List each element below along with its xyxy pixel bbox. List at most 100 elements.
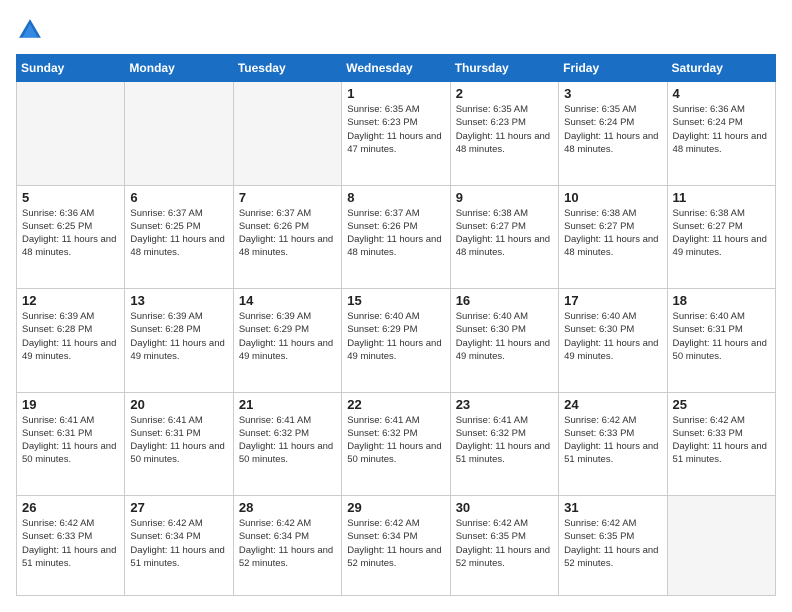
page: SundayMondayTuesdayWednesdayThursdayFrid…	[0, 0, 792, 612]
header	[16, 16, 776, 44]
day-info: Sunrise: 6:41 AM Sunset: 6:31 PM Dayligh…	[22, 414, 119, 467]
calendar-cell: 27Sunrise: 6:42 AM Sunset: 6:34 PM Dayli…	[125, 496, 233, 596]
calendar-week-row: 1Sunrise: 6:35 AM Sunset: 6:23 PM Daylig…	[17, 82, 776, 186]
calendar-cell: 17Sunrise: 6:40 AM Sunset: 6:30 PM Dayli…	[559, 289, 667, 393]
calendar-cell: 25 Sunrise: 6:42 AM Sunset: 6:33 PM Dayli…	[667, 392, 775, 496]
weekday-header-monday: Monday	[125, 55, 233, 82]
calendar-cell: 13 Sunrise: 6:39 AM Sunset: 6:28 PM Dayli…	[125, 289, 233, 393]
day-number: 20	[130, 397, 227, 412]
day-info: Sunrise: 6:37 AM Sunset: 6:25 PM Dayligh…	[130, 207, 227, 260]
calendar-cell: 3 Sunrise: 6:35 AM Sunset: 6:24 PM Daylig…	[559, 82, 667, 186]
day-info: Sunrise: 6:42 AM Sunset: 6:33 PM Dayligh…	[564, 414, 661, 467]
calendar-cell: 8 Sunrise: 6:37 AM Sunset: 6:26 PM Daylig…	[342, 185, 450, 289]
calendar-cell	[17, 82, 125, 186]
calendar-cell: 30 Sunrise: 6:42 AM Sunset: 6:35 PM Dayli…	[450, 496, 558, 596]
day-info: Sunrise: 6:36 AM Sunset: 6:25 PM Dayligh…	[22, 207, 119, 260]
calendar-cell: 29 Sunrise: 6:42 AM Sunset: 6:34 PM Dayli…	[342, 496, 450, 596]
day-number: 9	[456, 190, 553, 205]
day-number: 5	[22, 190, 119, 205]
calendar-cell: 12 Sunrise: 6:39 AM Sunset: 6:28 PM Dayli…	[17, 289, 125, 393]
day-info: Sunrise: 6:42 AM Sunset: 6:34 PM Dayligh…	[130, 517, 227, 570]
day-number: 29	[347, 500, 444, 515]
calendar-cell: 31 Sunrise: 6:42 AM Sunset: 6:35 PM Dayli…	[559, 496, 667, 596]
calendar-week-row: 26 Sunrise: 6:42 AM Sunset: 6:33 PM Dayli…	[17, 496, 776, 596]
calendar-cell: 4 Sunrise: 6:36 AM Sunset: 6:24 PM Daylig…	[667, 82, 775, 186]
day-info: Sunrise: 6:39 AM Sunset: 6:28 PM Dayligh…	[22, 310, 119, 363]
day-number: 8	[347, 190, 444, 205]
day-info: Sunrise: 6:42 AM Sunset: 6:33 PM Dayligh…	[673, 414, 770, 467]
calendar-cell: 16 Sunrise: 6:40 AM Sunset: 6:30 PM Dayli…	[450, 289, 558, 393]
calendar-cell	[233, 82, 341, 186]
calendar-cell: 7 Sunrise: 6:37 AM Sunset: 6:26 PM Daylig…	[233, 185, 341, 289]
day-info: Sunrise: 6:37 AM Sunset: 6:26 PM Dayligh…	[347, 207, 444, 260]
day-info: Sunrise: 6:42 AM Sunset: 6:35 PM Dayligh…	[456, 517, 553, 570]
logo-icon	[16, 16, 44, 44]
calendar-week-row: 19Sunrise: 6:41 AM Sunset: 6:31 PM Dayli…	[17, 392, 776, 496]
day-number: 6	[130, 190, 227, 205]
day-info: Sunrise: 6:38 AM Sunset: 6:27 PM Dayligh…	[564, 207, 661, 260]
calendar-cell: 6 Sunrise: 6:37 AM Sunset: 6:25 PM Daylig…	[125, 185, 233, 289]
day-number: 2	[456, 86, 553, 101]
day-info: Sunrise: 6:35 AM Sunset: 6:23 PM Dayligh…	[347, 103, 444, 156]
day-number: 13	[130, 293, 227, 308]
day-number: 21	[239, 397, 336, 412]
day-number: 12	[22, 293, 119, 308]
calendar-cell: 2Sunrise: 6:35 AM Sunset: 6:23 PM Daylig…	[450, 82, 558, 186]
calendar-cell: 24 Sunrise: 6:42 AM Sunset: 6:33 PM Dayli…	[559, 392, 667, 496]
weekday-header-saturday: Saturday	[667, 55, 775, 82]
day-number: 7	[239, 190, 336, 205]
calendar-cell: 26 Sunrise: 6:42 AM Sunset: 6:33 PM Dayli…	[17, 496, 125, 596]
calendar-cell: 20 Sunrise: 6:41 AM Sunset: 6:31 PM Dayli…	[125, 392, 233, 496]
day-info: Sunrise: 6:42 AM Sunset: 6:35 PM Dayligh…	[564, 517, 661, 570]
day-number: 16	[456, 293, 553, 308]
calendar-week-row: 5 Sunrise: 6:36 AM Sunset: 6:25 PM Daylig…	[17, 185, 776, 289]
day-number: 11	[673, 190, 770, 205]
day-info: Sunrise: 6:41 AM Sunset: 6:32 PM Dayligh…	[456, 414, 553, 467]
calendar-cell: 19Sunrise: 6:41 AM Sunset: 6:31 PM Dayli…	[17, 392, 125, 496]
day-info: Sunrise: 6:37 AM Sunset: 6:26 PM Dayligh…	[239, 207, 336, 260]
day-info: Sunrise: 6:39 AM Sunset: 6:28 PM Dayligh…	[130, 310, 227, 363]
day-number: 4	[673, 86, 770, 101]
calendar-cell	[667, 496, 775, 596]
day-info: Sunrise: 6:36 AM Sunset: 6:24 PM Dayligh…	[673, 103, 770, 156]
day-info: Sunrise: 6:40 AM Sunset: 6:29 PM Dayligh…	[347, 310, 444, 363]
calendar-cell: 23 Sunrise: 6:41 AM Sunset: 6:32 PM Dayli…	[450, 392, 558, 496]
calendar-cell: 21 Sunrise: 6:41 AM Sunset: 6:32 PM Dayli…	[233, 392, 341, 496]
calendar-week-row: 12 Sunrise: 6:39 AM Sunset: 6:28 PM Dayli…	[17, 289, 776, 393]
day-info: Sunrise: 6:38 AM Sunset: 6:27 PM Dayligh…	[456, 207, 553, 260]
day-info: Sunrise: 6:42 AM Sunset: 6:34 PM Dayligh…	[239, 517, 336, 570]
logo	[16, 16, 48, 44]
day-info: Sunrise: 6:40 AM Sunset: 6:31 PM Dayligh…	[673, 310, 770, 363]
day-number: 24	[564, 397, 661, 412]
day-number: 23	[456, 397, 553, 412]
day-info: Sunrise: 6:38 AM Sunset: 6:27 PM Dayligh…	[673, 207, 770, 260]
day-info: Sunrise: 6:42 AM Sunset: 6:34 PM Dayligh…	[347, 517, 444, 570]
day-number: 30	[456, 500, 553, 515]
day-info: Sunrise: 6:40 AM Sunset: 6:30 PM Dayligh…	[456, 310, 553, 363]
calendar-cell: 14Sunrise: 6:39 AM Sunset: 6:29 PM Dayli…	[233, 289, 341, 393]
day-number: 3	[564, 86, 661, 101]
calendar-cell: 11 Sunrise: 6:38 AM Sunset: 6:27 PM Dayli…	[667, 185, 775, 289]
day-number: 31	[564, 500, 661, 515]
day-number: 18	[673, 293, 770, 308]
weekday-header-tuesday: Tuesday	[233, 55, 341, 82]
weekday-header-wednesday: Wednesday	[342, 55, 450, 82]
calendar-cell: 1Sunrise: 6:35 AM Sunset: 6:23 PM Daylig…	[342, 82, 450, 186]
day-info: Sunrise: 6:42 AM Sunset: 6:33 PM Dayligh…	[22, 517, 119, 570]
calendar-cell: 15Sunrise: 6:40 AM Sunset: 6:29 PM Dayli…	[342, 289, 450, 393]
day-number: 25	[673, 397, 770, 412]
day-number: 26	[22, 500, 119, 515]
day-number: 17	[564, 293, 661, 308]
calendar-cell: 9 Sunrise: 6:38 AM Sunset: 6:27 PM Daylig…	[450, 185, 558, 289]
day-info: Sunrise: 6:35 AM Sunset: 6:24 PM Dayligh…	[564, 103, 661, 156]
day-info: Sunrise: 6:41 AM Sunset: 6:31 PM Dayligh…	[130, 414, 227, 467]
weekday-header-thursday: Thursday	[450, 55, 558, 82]
day-info: Sunrise: 6:39 AM Sunset: 6:29 PM Dayligh…	[239, 310, 336, 363]
day-info: Sunrise: 6:41 AM Sunset: 6:32 PM Dayligh…	[239, 414, 336, 467]
calendar-cell: 10Sunrise: 6:38 AM Sunset: 6:27 PM Dayli…	[559, 185, 667, 289]
day-number: 22	[347, 397, 444, 412]
calendar-cell	[125, 82, 233, 186]
calendar-table: SundayMondayTuesdayWednesdayThursdayFrid…	[16, 54, 776, 596]
weekday-header-friday: Friday	[559, 55, 667, 82]
calendar-cell: 18 Sunrise: 6:40 AM Sunset: 6:31 PM Dayli…	[667, 289, 775, 393]
